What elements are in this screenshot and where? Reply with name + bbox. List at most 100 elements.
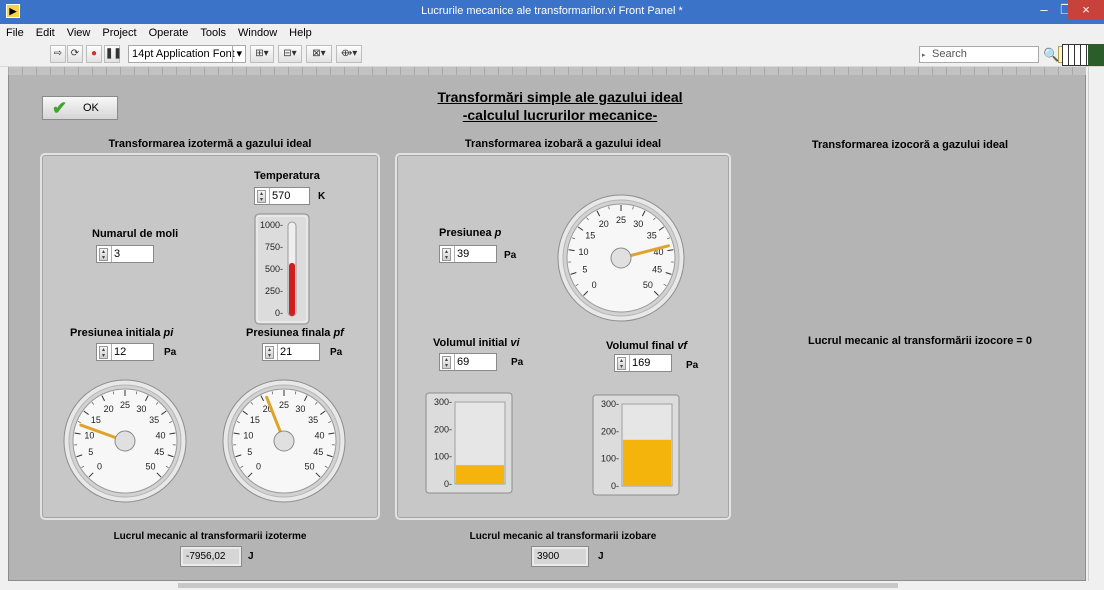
pressure-input[interactable]: ▴ ▾ 39 <box>439 245 497 263</box>
gauge-tick-label: 30 <box>295 404 305 414</box>
temperature-thermometer: 1000- 750- 500- 250- 0- <box>254 213 310 325</box>
gauge-tick-label: 20 <box>104 404 114 414</box>
spin-arrows-icon[interactable]: ▴ ▾ <box>257 190 266 203</box>
gauge-tick-label: 5 <box>582 265 587 275</box>
connector-pane-icon[interactable] <box>1062 44 1090 66</box>
panel-grid-ruler <box>8 67 1086 75</box>
tank-tick-label: 0- <box>611 481 619 491</box>
isothermal-work-unit: J <box>248 551 254 562</box>
menu-view[interactable]: View <box>61 24 97 39</box>
ok-button[interactable]: ✔ OK <box>42 96 118 120</box>
gauge-tick-label: 35 <box>308 415 318 425</box>
gauge-tick-label: 45 <box>313 447 323 457</box>
align-objects-icon[interactable]: ⊞▾ <box>250 45 274 63</box>
window-title: Lucrurile mecanice ale transformarilor.v… <box>421 5 683 17</box>
tank-fill <box>456 465 504 484</box>
initial-pressure-input[interactable]: ▴ ▾ 12 <box>96 343 154 361</box>
pressure-label: Presiunea p <box>439 227 501 239</box>
final-volume-unit: Pa <box>686 360 699 371</box>
initial-pressure-text: Presiunea initiala <box>70 327 161 339</box>
gauge-tick-label: 25 <box>120 400 130 410</box>
distribute-objects-icon[interactable]: ⊟▾ <box>278 45 302 63</box>
final-pressure-label: Presiunea finala pf <box>246 327 344 339</box>
spin-arrows-icon[interactable]: ▴ ▾ <box>99 346 108 359</box>
gauge-tick-label: 30 <box>136 404 146 414</box>
close-button[interactable]: × <box>1068 0 1104 20</box>
isothermal-work-indicator: -7956,02 <box>180 546 242 567</box>
menu-bar: File Edit View Project Operate Tools Window Hel… <box>0 24 1104 41</box>
page-title: Transformări simple ale gazului ideal -c… <box>380 88 740 124</box>
reorder-icon[interactable]: ⟴▾ <box>336 45 362 63</box>
temperature-input[interactable]: ▴ ▾ 570 <box>254 187 310 205</box>
font-selector-label: 14pt Application Font <box>132 48 235 60</box>
spin-arrows-icon[interactable]: ▴ ▾ <box>617 357 626 370</box>
vertical-scrollbar[interactable] <box>1088 67 1104 581</box>
gauge-tick-label: 50 <box>145 461 155 471</box>
pause-icon[interactable]: ❚❚ <box>104 45 122 63</box>
initial-volume-label: Volumul initial vi <box>433 337 520 349</box>
initial-volume-input[interactable]: ▴ ▾ 69 <box>439 353 497 371</box>
isobaric-section-title: Transformarea izobară a gazului ideal <box>464 138 662 150</box>
search-scope-icon: ▸ <box>922 52 926 59</box>
menu-project[interactable]: Project <box>96 24 142 39</box>
final-volume-tank: 300- 200- 100- 0- <box>592 394 680 496</box>
final-pressure-input[interactable]: ▴ ▾ 21 <box>262 343 320 361</box>
spin-arrows-icon[interactable]: ▴ ▾ <box>442 248 451 261</box>
temperature-label: Temperatura <box>254 170 320 182</box>
gauge-tick-label: 20 <box>599 219 609 229</box>
run-continuously-icon[interactable]: ⟳ <box>67 45 83 63</box>
final-volume-input[interactable]: ▴ ▾ 169 <box>614 354 672 372</box>
final-pressure-text: Presiunea finala <box>246 327 331 339</box>
spin-arrows-icon[interactable]: ▴ ▾ <box>442 356 451 369</box>
gauge-tick-label: 45 <box>652 265 662 275</box>
pressure-unit: Pa <box>504 250 517 261</box>
gauge-hub <box>273 430 295 452</box>
gauge-tick-label: 0 <box>97 461 102 471</box>
initial-pressure-symbol: pi <box>163 327 174 339</box>
search-input[interactable]: Search <box>919 46 1039 63</box>
scrollbar-thumb[interactable] <box>178 583 898 588</box>
abort-icon[interactable]: ● <box>86 45 102 63</box>
initial-volume-value: 69 <box>454 354 469 370</box>
font-selector[interactable]: 14pt Application Font ▾ <box>128 45 246 63</box>
checkmark-icon: ✔ <box>52 98 68 118</box>
spin-arrows-icon[interactable]: ▴ ▾ <box>265 346 274 359</box>
initial-volume-tank: 300- 200- 100- 0- <box>425 392 513 494</box>
resize-objects-icon[interactable]: ⊠▾ <box>306 45 332 63</box>
gauge-tick-label: 50 <box>643 280 653 290</box>
horizontal-scrollbar[interactable] <box>0 581 1104 590</box>
gauge-tick-label: 30 <box>633 219 643 229</box>
gauge-hub <box>610 247 632 269</box>
final-volume-symbol: vf <box>677 340 688 352</box>
tank-tick-label: 200- <box>601 426 619 436</box>
tank-fill <box>623 439 671 486</box>
gauge-tick-label: 45 <box>154 447 164 457</box>
chevron-down-icon: ▾ <box>232 46 242 62</box>
pressure-value: 39 <box>454 246 469 262</box>
pressure-text: Presiunea <box>439 227 492 239</box>
moles-input[interactable]: ▴ ▾ 3 <box>96 245 154 263</box>
initial-pressure-value: 12 <box>111 344 126 360</box>
spin-arrows-icon[interactable]: ▴ ▾ <box>99 248 108 261</box>
menu-file[interactable]: File <box>0 24 30 39</box>
vi-icon[interactable] <box>1088 44 1104 66</box>
gauge-tick-label: 25 <box>279 400 289 410</box>
toolbar: ⇨ ⟳ ● ❚❚ 14pt Application Font ▾ ⊞▾ ⊟▾ ⊠▾… <box>0 41 1104 67</box>
isobaric-work-unit: J <box>598 551 604 562</box>
gauge-hub <box>114 430 136 452</box>
gauge-tick-label: 0 <box>592 280 597 290</box>
run-arrow-icon[interactable]: ⇨ <box>50 45 66 63</box>
gauge-tick-label: 10 <box>84 430 94 440</box>
menu-operate[interactable]: Operate <box>143 24 195 39</box>
search-icon[interactable]: 🔍 <box>1043 47 1059 63</box>
moles-label: Numarul de moli <box>92 228 179 240</box>
menu-tools[interactable]: Tools <box>194 24 232 39</box>
gauge-tick-label: 50 <box>304 461 314 471</box>
menu-help[interactable]: Help <box>283 24 318 39</box>
ok-button-label: OK <box>83 102 99 114</box>
tank-tick-label: 300- <box>601 399 619 409</box>
menu-window[interactable]: Window <box>232 24 283 39</box>
temperature-unit: K <box>318 191 326 202</box>
menu-edit[interactable]: Edit <box>30 24 61 39</box>
initial-volume-unit: Pa <box>511 357 524 368</box>
